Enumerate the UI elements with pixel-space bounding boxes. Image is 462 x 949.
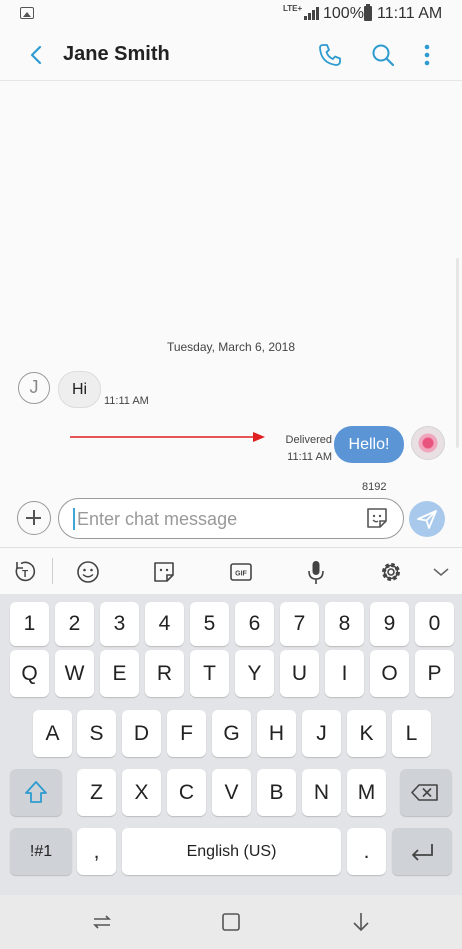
key-n[interactable]: N [302,769,341,816]
settings-icon[interactable] [377,558,405,586]
search-icon[interactable] [368,40,398,70]
key-w[interactable]: W [55,650,94,697]
key-s[interactable]: S [77,710,116,757]
annotation-arrow-icon [70,432,265,442]
enter-icon [412,844,433,861]
key-m[interactable]: M [347,769,386,816]
navigation-bar [0,895,462,949]
key-b[interactable]: B [257,769,296,816]
home-icon[interactable] [218,909,244,935]
scrollbar[interactable] [456,258,459,448]
key-d[interactable]: D [122,710,161,757]
delivery-status: Delivered [285,434,332,446]
key-0[interactable]: 0 [415,602,454,646]
battery-percent: 100% [323,5,364,22]
gif-icon[interactable]: GIF [227,558,255,586]
key-k[interactable]: K [347,710,386,757]
outgoing-message-bubble[interactable]: Hello! [334,426,404,463]
signal-icon [304,7,320,20]
toolbar-divider [52,558,53,584]
key-v[interactable]: V [212,769,251,816]
key-t[interactable]: T [190,650,229,697]
status-bar: LTE+ 100% 11:11 AM [0,0,462,30]
character-count: 8192 [362,481,387,493]
key-o[interactable]: O [370,650,409,697]
svg-text:T: T [22,569,28,580]
message-status: Delivered 11:11 AM [272,432,332,466]
keyboard: 1 2 3 4 5 6 7 8 9 0 Q W E R T Y U I O P … [0,594,462,895]
sticker-icon[interactable] [150,558,178,586]
microphone-icon[interactable] [302,558,330,586]
back-icon[interactable] [348,909,374,935]
svg-text:GIF: GIF [235,571,247,578]
conversation-header: Jane Smith [0,30,462,81]
key-g[interactable]: G [212,710,251,757]
period-key[interactable]: . [347,828,386,875]
key-6[interactable]: 6 [235,602,274,646]
key-i[interactable]: I [325,650,364,697]
more-vert-icon[interactable] [412,40,442,70]
key-h[interactable]: H [257,710,296,757]
key-5[interactable]: 5 [190,602,229,646]
key-9[interactable]: 9 [370,602,409,646]
key-f[interactable]: F [167,710,206,757]
backspace-icon [411,784,438,801]
chat-message-input[interactable] [75,501,359,537]
key-x[interactable]: X [122,769,161,816]
gallery-notification-icon [20,7,34,19]
message-composer [58,498,404,539]
key-j[interactable]: J [302,710,341,757]
send-icon [417,510,437,529]
key-z[interactable]: Z [77,769,116,816]
attach-button[interactable] [17,501,51,535]
date-separator: Tuesday, March 6, 2018 [166,340,296,354]
backspace-key[interactable] [400,769,452,816]
network-type: LTE+ [283,4,303,13]
space-key[interactable]: English (US) [122,828,341,875]
contact-name: Jane Smith [63,43,170,65]
key-l[interactable]: L [392,710,431,757]
incoming-message-time: 11:11 AM [104,395,149,407]
back-arrow-icon[interactable] [22,40,52,70]
chevron-down-icon[interactable] [427,558,455,586]
recents-icon[interactable] [89,909,115,935]
key-p[interactable]: P [415,650,454,697]
outgoing-message-time: 11:11 AM [287,451,332,463]
key-4[interactable]: 4 [145,602,184,646]
shift-key[interactable] [10,769,62,816]
my-avatar[interactable] [411,426,445,460]
battery-icon [364,4,372,21]
enter-key[interactable] [392,828,452,875]
key-8[interactable]: 8 [325,602,364,646]
key-7[interactable]: 7 [280,602,319,646]
key-e[interactable]: E [100,650,139,697]
emoji-icon[interactable] [74,558,102,586]
key-2[interactable]: 2 [55,602,94,646]
key-a[interactable]: A [33,710,72,757]
incoming-message-bubble[interactable]: Hi [58,371,101,408]
shift-icon [25,781,47,803]
key-c[interactable]: C [167,769,206,816]
text-mode-icon[interactable]: T [11,558,39,586]
key-r[interactable]: R [145,650,184,697]
key-1[interactable]: 1 [10,602,49,646]
comma-key[interactable]: , [77,828,116,875]
phone-icon[interactable] [315,40,345,70]
key-y[interactable]: Y [235,650,274,697]
sticker-button[interactable] [364,505,390,531]
key-u[interactable]: U [280,650,319,697]
key-3[interactable]: 3 [100,602,139,646]
status-time: 11:11 AM [377,5,443,22]
symbols-key[interactable]: !#1 [10,828,72,875]
send-button[interactable] [409,501,445,537]
keyboard-toolbar: T GIF [0,547,462,595]
contact-avatar[interactable]: J [18,372,50,404]
key-q[interactable]: Q [10,650,49,697]
